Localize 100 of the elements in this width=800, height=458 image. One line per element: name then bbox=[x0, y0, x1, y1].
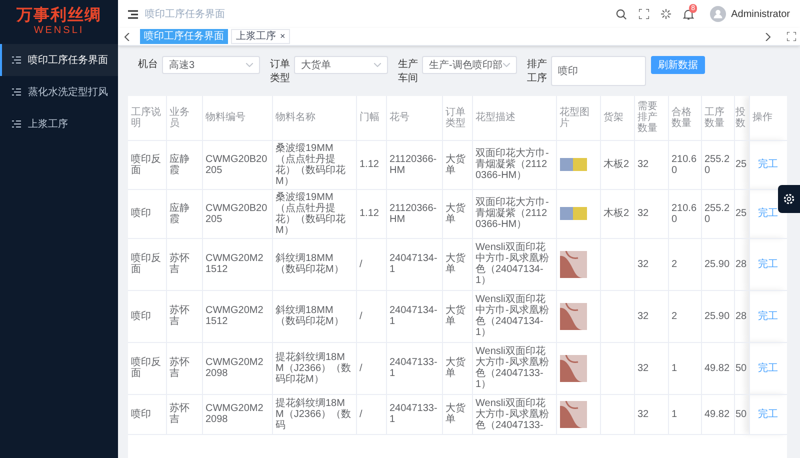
column-header: 工序数量 bbox=[704, 106, 724, 129]
table-cell: 喷印反面 bbox=[131, 357, 161, 379]
table-cell: 2 bbox=[672, 310, 678, 322]
table-cell: 桑波缎19MM（点点牡丹提花）（数码印花M） bbox=[276, 142, 346, 186]
table-cell: 49.82 bbox=[704, 408, 730, 420]
chevron-left-icon[interactable] bbox=[124, 32, 130, 40]
table-cell: 大货单 bbox=[446, 154, 466, 176]
column-header: 工序说明 bbox=[131, 106, 161, 129]
fullscreen-icon[interactable] bbox=[787, 32, 796, 41]
table-cell: 大货单 bbox=[446, 403, 466, 425]
column-header: 货架 bbox=[604, 112, 624, 124]
table-cell: 大货单 bbox=[446, 357, 466, 379]
pattern-image bbox=[560, 250, 586, 278]
brand-logo: 万事利丝绸 bbox=[16, 7, 102, 25]
table-cell: CWMG20M21512 bbox=[206, 253, 264, 275]
table-cell: 苏怀吉 bbox=[170, 305, 190, 327]
table-cell: 苏怀吉 bbox=[170, 403, 190, 425]
table-cell: CWMG20B20205 bbox=[206, 202, 268, 224]
table-cell: 49.82 bbox=[704, 362, 730, 374]
sidebar-item[interactable]: 上浆工序 bbox=[0, 108, 118, 140]
column-header: 合格数量 bbox=[672, 106, 692, 129]
sidebar-item[interactable]: 喷印工序任务界面 bbox=[0, 44, 118, 76]
column-header: 业务员 bbox=[170, 106, 190, 129]
table-cell: 32 bbox=[638, 408, 649, 420]
column-header: 投数 bbox=[736, 106, 746, 129]
table-cell: 1 bbox=[672, 362, 678, 374]
column-header: 订单类型 bbox=[446, 106, 466, 129]
table-cell: Wensli双面印花中方巾-凤求凰粉色（24047134-1） bbox=[476, 242, 549, 286]
table-cell: 斜纹绸18MM（数码印花M） bbox=[276, 253, 344, 275]
list-icon bbox=[12, 88, 21, 96]
table-cell: 1.12 bbox=[360, 159, 379, 170]
table-cell: 应静霞 bbox=[170, 154, 190, 176]
table-cell: CWMG20B20205 bbox=[206, 154, 268, 176]
field-label: 机台 bbox=[138, 58, 159, 72]
table-cell: / bbox=[360, 258, 362, 270]
tab[interactable]: 上浆工序 × bbox=[231, 29, 290, 44]
bell-icon[interactable] bbox=[683, 8, 694, 20]
table-cell: 255.20 bbox=[704, 154, 730, 176]
table-cell: 32 bbox=[638, 258, 649, 270]
table-cell: 32 bbox=[638, 159, 649, 170]
column-header: 操作 bbox=[752, 112, 772, 124]
caret-icon bbox=[503, 63, 510, 67]
select-field[interactable]: 生产-调色喷印部 bbox=[422, 56, 517, 74]
table-cell: 木板2 bbox=[604, 208, 630, 219]
table-cell: 1 bbox=[672, 408, 678, 420]
table-cell: 1.12 bbox=[360, 208, 379, 219]
settings-icon[interactable] bbox=[783, 193, 795, 205]
table-cell: 50 bbox=[736, 408, 747, 420]
fullscreen-icon[interactable] bbox=[639, 9, 650, 19]
table-cell: 喷印 bbox=[131, 310, 151, 322]
close-icon[interactable]: × bbox=[280, 30, 286, 44]
table-cell: 24047134-1 bbox=[390, 253, 438, 275]
table-cell: 喷印 bbox=[131, 408, 151, 420]
search-icon[interactable] bbox=[616, 8, 628, 20]
user-name[interactable]: Administrator bbox=[731, 6, 790, 22]
select-field[interactable]: 大货单 bbox=[294, 56, 388, 74]
caret-icon bbox=[246, 63, 253, 67]
table-cell: 255.20 bbox=[704, 202, 730, 224]
table-cell: 32 bbox=[638, 310, 649, 322]
table-cell: 210.60 bbox=[672, 154, 697, 176]
column-header: 物料编号 bbox=[206, 112, 246, 124]
table-cell: 应静霞 bbox=[170, 202, 190, 224]
field-label: 排产工序 bbox=[527, 58, 548, 86]
table-cell: 苏怀吉 bbox=[170, 253, 190, 275]
select-field[interactable]: 高速3 bbox=[162, 56, 260, 74]
table-cell: 喷印反面 bbox=[131, 253, 161, 275]
table-cell: 25 bbox=[736, 208, 747, 219]
column-header: 门幅 bbox=[360, 112, 380, 124]
table-cell: 25.90 bbox=[704, 258, 730, 270]
table-cell: 喷印 bbox=[131, 208, 151, 219]
table-cell: 210.60 bbox=[672, 202, 697, 224]
table-cell: 21120366-HM bbox=[390, 202, 437, 224]
table-cell: 32 bbox=[638, 362, 649, 374]
menu-icon[interactable] bbox=[128, 10, 138, 18]
table-cell: / bbox=[360, 362, 362, 374]
table-cell: CWMG20M22098 bbox=[206, 357, 264, 379]
table-cell: 24047134-1 bbox=[390, 305, 438, 327]
field-label: 订单类型 bbox=[270, 58, 291, 86]
column-header: 花号 bbox=[390, 112, 410, 124]
text-area[interactable]: 喷印 bbox=[551, 56, 646, 86]
table-cell: 24047133-1 bbox=[390, 357, 438, 379]
sidebar-item[interactable]: 蒸化水洗定型打风 bbox=[0, 76, 118, 108]
field-label: 生产车间 bbox=[398, 58, 419, 86]
table-cell: 提花斜纹绸18MM（J2366）（数码 bbox=[276, 398, 352, 430]
table-cell: CWMG20M22098 bbox=[206, 403, 264, 425]
pattern-swatch bbox=[560, 158, 586, 171]
pattern-image bbox=[560, 302, 586, 330]
table-cell: 双面印花大方巾-青烟凝紫（21120366-HM） bbox=[476, 148, 549, 181]
chevron-right-icon[interactable] bbox=[765, 32, 771, 40]
table-cell: 大货单 bbox=[446, 253, 466, 275]
breadcrumb: 喷印工序任务界面 bbox=[145, 8, 225, 22]
settings-button[interactable] bbox=[778, 185, 800, 213]
column-header: 花型描述 bbox=[476, 112, 516, 124]
caret-icon bbox=[374, 63, 381, 67]
table-cell: 25.90 bbox=[704, 310, 730, 322]
table-cell: 大货单 bbox=[446, 202, 466, 224]
table-cell: 斜纹绸18MM（数码印花M） bbox=[276, 305, 344, 327]
sparkle-icon[interactable] bbox=[661, 9, 672, 19]
table-cell: 25 bbox=[736, 159, 747, 170]
table-cell: 50 bbox=[736, 362, 747, 374]
